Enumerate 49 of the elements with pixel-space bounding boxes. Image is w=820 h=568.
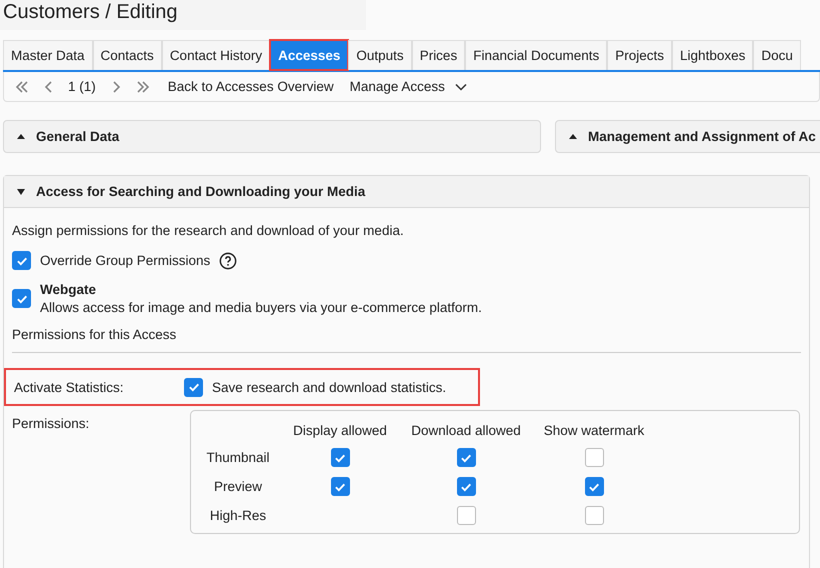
option-title: Webgate xyxy=(40,282,98,297)
panel-header[interactable]: Management and Assignment of Ac xyxy=(555,120,820,153)
column-header: Show watermark xyxy=(542,423,646,438)
tab[interactable]: Contacts xyxy=(92,40,162,70)
checkbox[interactable] xyxy=(12,251,31,270)
triangle-icon xyxy=(16,132,26,142)
checkbox[interactable] xyxy=(584,448,604,467)
section-header[interactable]: Access for Searching and Downloading your Media xyxy=(4,176,809,208)
tab[interactable]: Docu xyxy=(753,40,801,70)
field-label: Permissions: xyxy=(12,415,90,433)
checkbox[interactable] xyxy=(456,448,476,467)
column-header: Display allowed xyxy=(292,423,388,438)
checkbox[interactable] xyxy=(330,448,350,467)
checkbox[interactable] xyxy=(330,477,350,496)
tab[interactable]: Projects xyxy=(607,40,672,70)
column-header: Download allowed xyxy=(410,423,522,438)
row-header: Thumbnail xyxy=(205,450,271,465)
checkbox-label: Override Group Permissions xyxy=(40,253,210,268)
field-label: Activate Statistics: xyxy=(14,380,125,394)
tab[interactable]: Contact History xyxy=(162,40,270,70)
record-position: 1 (1) xyxy=(68,79,96,94)
checkbox[interactable] xyxy=(184,378,203,396)
checkbox[interactable] xyxy=(584,477,604,496)
checkbox[interactable] xyxy=(456,506,476,525)
checkbox-label: Save research and download statistics. xyxy=(212,380,446,394)
checkbox[interactable] xyxy=(456,477,476,496)
tab[interactable]: Accesses xyxy=(270,40,348,70)
intro-text: Assign permissions for the research and download of your media. xyxy=(12,223,405,238)
subheading: Permissions for this Access xyxy=(12,327,801,353)
tab[interactable]: Lightboxes xyxy=(672,40,754,70)
chevron-down-icon xyxy=(454,82,467,90)
panel-header[interactable]: General Data xyxy=(3,120,541,153)
row-header: High-Res xyxy=(208,508,268,523)
triangle-icon xyxy=(568,132,578,142)
tab[interactable]: Financial Documents xyxy=(465,40,608,70)
checkbox[interactable] xyxy=(12,289,31,308)
option-description: Allows access for image and media buyers via your e-commerce platform. xyxy=(40,300,482,315)
help-icon[interactable] xyxy=(219,252,238,270)
last-page-icon[interactable] xyxy=(134,78,151,94)
checkbox[interactable] xyxy=(584,506,604,525)
row-header: Preview xyxy=(212,479,263,494)
triangle-icon xyxy=(16,186,26,196)
manage-access-menu[interactable]: Manage Access xyxy=(346,79,471,94)
back-link[interactable]: Back to Accesses Overview xyxy=(168,79,334,94)
tab[interactable]: Outputs xyxy=(348,40,412,70)
page-title: Customers / Editing xyxy=(0,0,366,30)
tab[interactable]: Master Data xyxy=(3,40,93,70)
tab[interactable]: Prices xyxy=(412,40,466,70)
first-page-icon[interactable] xyxy=(14,78,30,94)
